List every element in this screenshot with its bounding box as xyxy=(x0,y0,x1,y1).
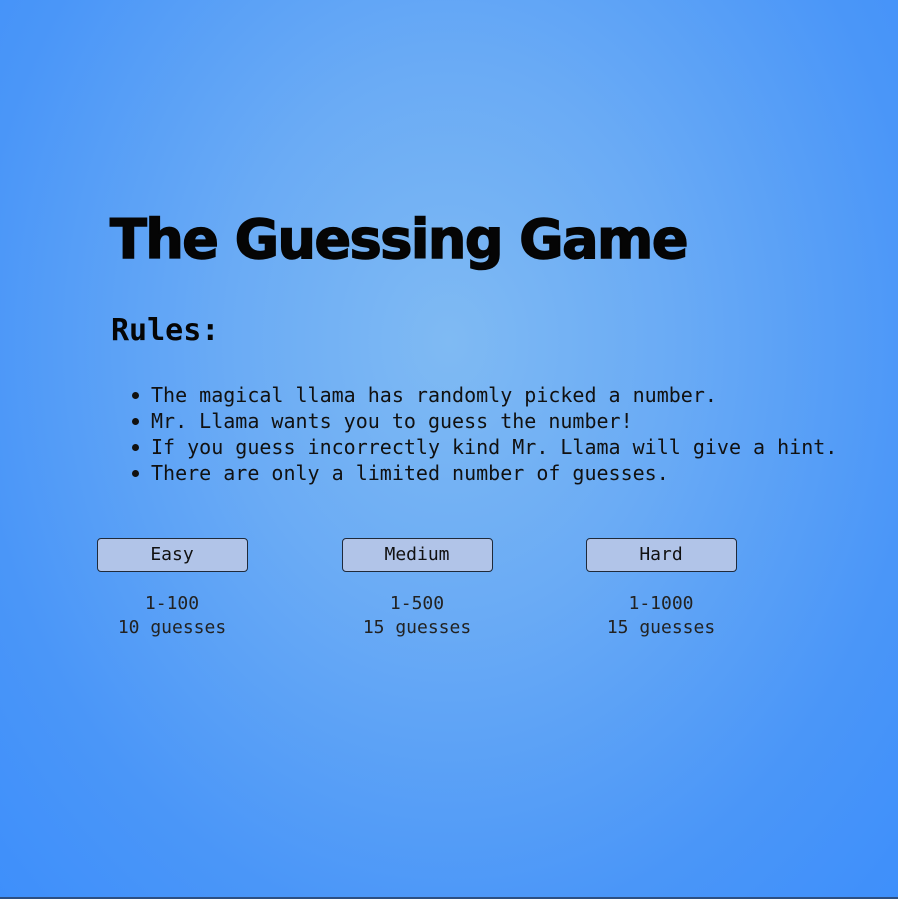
mode-medium-info: 1-500 15 guesses xyxy=(341,592,493,640)
rules-heading: Rules: xyxy=(111,313,220,348)
mode-range: 1-100 xyxy=(144,593,200,614)
mode-hard-info: 1-1000 15 guesses xyxy=(585,592,737,640)
mode-guesses: 15 guesses xyxy=(606,617,716,638)
hard-button[interactable]: Hard xyxy=(585,538,737,572)
mode-hard: Hard 1-1000 15 guesses xyxy=(585,538,737,640)
page-title: The Guessing Game xyxy=(109,207,689,272)
mode-range: 1-1000 xyxy=(628,593,694,614)
mode-guesses: 10 guesses xyxy=(117,617,227,638)
mode-easy: Easy 1-100 10 guesses xyxy=(96,538,248,640)
mode-easy-info: 1-100 10 guesses xyxy=(96,592,248,640)
rules-list: The magical llama has randomly picked a … xyxy=(131,382,838,486)
mode-range: 1-500 xyxy=(389,593,445,614)
rule-item: There are only a limited number of guess… xyxy=(131,460,837,486)
medium-button[interactable]: Medium xyxy=(341,538,493,572)
rule-item: If you guess incorrectly kind Mr. Llama … xyxy=(131,435,838,459)
mode-guesses: 15 guesses xyxy=(362,617,472,638)
rule-item: Mr. Llama wants you to guess the number! xyxy=(131,408,837,434)
rule-item: The magical llama has randomly picked a … xyxy=(131,382,837,408)
mode-medium: Medium 1-500 15 guesses xyxy=(341,538,493,640)
game-page: The Guessing Game Rules: The magical lla… xyxy=(0,0,898,899)
easy-button[interactable]: Easy xyxy=(96,538,248,572)
